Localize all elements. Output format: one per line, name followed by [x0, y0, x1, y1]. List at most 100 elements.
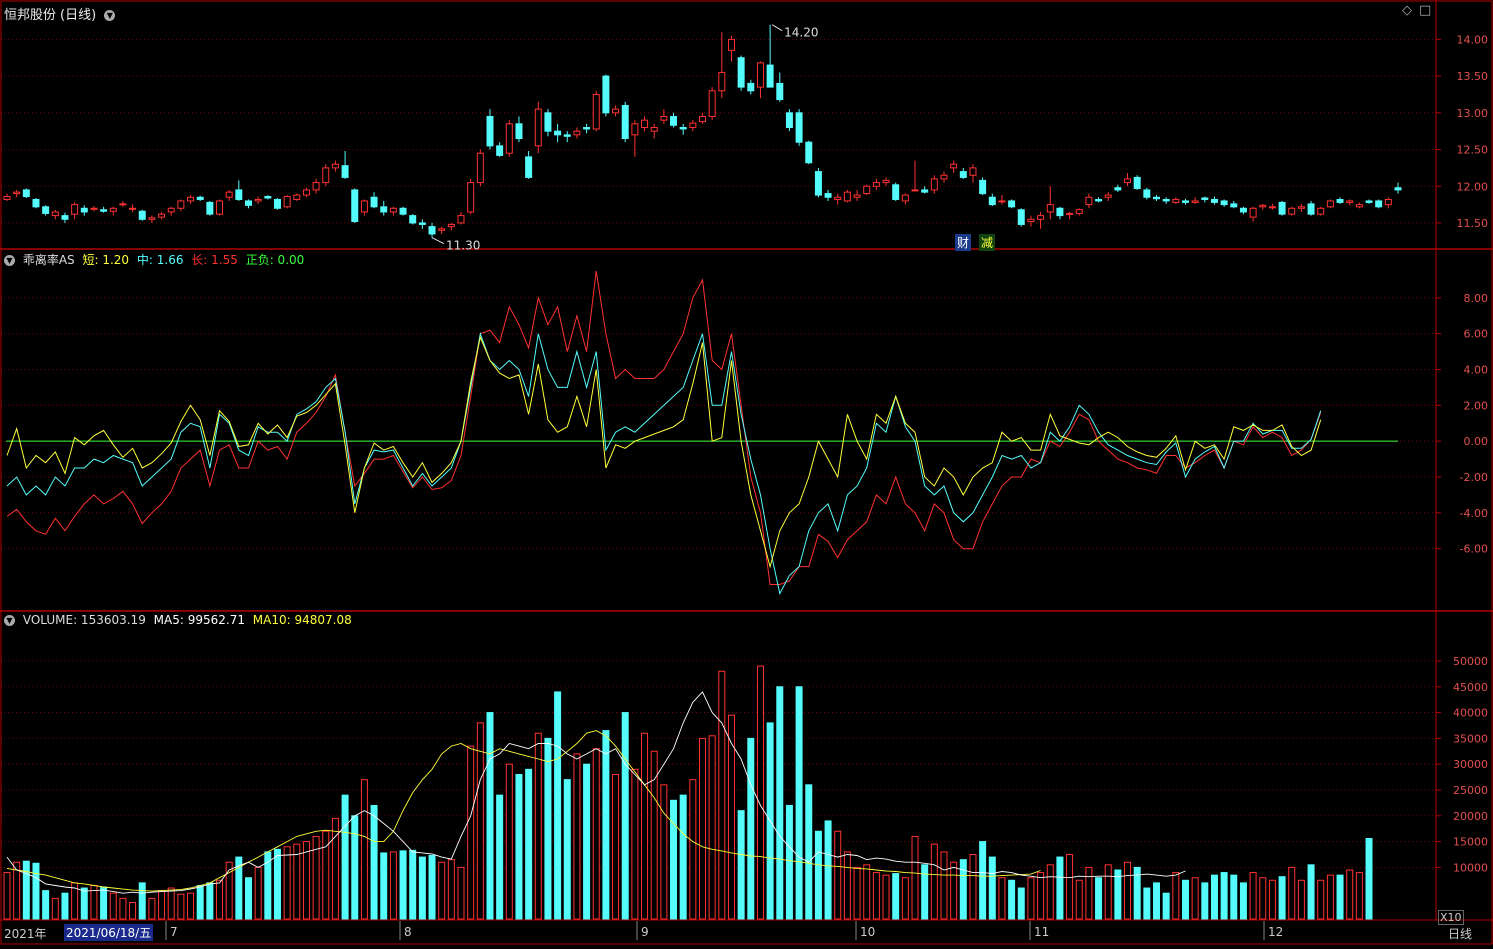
candle-body — [71, 204, 79, 215]
square-icon[interactable]: □ — [1419, 3, 1431, 18]
candle-body — [341, 165, 349, 178]
volume-bar — [1326, 874, 1334, 920]
volume-bar — [814, 830, 822, 920]
volume-bar — [486, 712, 494, 920]
volume-bar — [1259, 877, 1267, 920]
volume-bar — [1181, 879, 1189, 920]
volume-bar — [525, 768, 533, 920]
volume-bar — [1162, 892, 1170, 920]
circle-down-icon[interactable]: ▼ — [104, 10, 116, 21]
volume-bar — [505, 763, 513, 920]
reduce-badge[interactable]: 减 — [979, 234, 996, 251]
volume-bar — [1288, 866, 1296, 920]
volume-bar — [1085, 866, 1093, 920]
volume-bar — [360, 779, 368, 920]
volume-bar — [409, 849, 417, 920]
finance-badge[interactable]: 财 — [955, 234, 972, 251]
volume-bar — [293, 843, 301, 920]
volume-bar — [1230, 874, 1238, 920]
candle-body — [930, 178, 938, 191]
candle-body — [216, 200, 224, 215]
candle-body — [1326, 200, 1334, 208]
volume-bar — [341, 794, 349, 920]
candle-body — [428, 226, 436, 235]
volume-bar — [1172, 872, 1180, 920]
low-price-label: 11.30 — [446, 239, 480, 253]
candle-body — [1085, 196, 1093, 206]
candle-body — [206, 201, 214, 215]
stock-name: 恒邦股份 — [4, 8, 57, 23]
volume-bar — [447, 859, 455, 920]
volume-bar — [689, 779, 697, 920]
bias-lines-layer — [6, 270, 1398, 595]
candle-body — [544, 112, 552, 132]
period-label: (日线) — [60, 8, 97, 23]
volume-bar — [428, 855, 436, 920]
circle-down-icon[interactable]: ▼ — [4, 255, 15, 266]
candle-body — [351, 189, 359, 222]
candle-body — [42, 206, 50, 214]
candle-body — [727, 38, 735, 51]
volume-bar — [863, 864, 871, 920]
bias-tick-label: -4.00 — [1460, 507, 1488, 520]
volume-bar — [1297, 879, 1305, 920]
volume-bar — [1143, 887, 1151, 920]
volume-tick-label: 50000 — [1453, 655, 1488, 668]
volume-bar — [273, 848, 281, 920]
volume-tick-label: 20000 — [1453, 810, 1488, 823]
volume-bar — [737, 810, 745, 920]
volume-bar — [61, 892, 69, 920]
volume-bar — [901, 877, 909, 920]
candle-body — [940, 174, 948, 180]
volume-bar — [1056, 856, 1064, 920]
month-label: 8 — [404, 925, 412, 939]
volume-bar — [573, 753, 581, 920]
volume-bar — [206, 882, 214, 920]
volume-bar — [158, 890, 166, 920]
volume-bar — [853, 866, 861, 920]
candle-body — [32, 198, 40, 208]
volume-bar — [351, 815, 359, 920]
volume-bar — [167, 887, 175, 920]
volume-bar — [22, 860, 30, 920]
candle-body — [389, 207, 397, 213]
volume-tick-label: 30000 — [1453, 758, 1488, 771]
volume-bar — [1201, 882, 1209, 920]
candle-body — [61, 215, 69, 220]
volume-bar — [109, 892, 117, 920]
axis-ticks-layer: 14.00 13.50 13.00 12.50 12.00 11.50 8.00 6.00 4.… — [1436, 33, 1488, 874]
volume-bars-layer — [3, 665, 1373, 920]
bias-title: 乖离率AS — [22, 253, 75, 267]
diamond-icon[interactable]: ◇ — [1402, 3, 1412, 18]
circle-down-icon[interactable]: ▼ — [4, 615, 15, 626]
volume-bar — [785, 804, 793, 920]
candle-body — [1394, 187, 1402, 191]
candle-body — [1220, 200, 1228, 206]
volume-bar — [1153, 882, 1161, 920]
volume-bar — [399, 850, 407, 920]
stock-chart-svg[interactable]: 14.00 13.50 13.00 12.50 12.00 11.50 8.00 6.00 4.… — [0, 0, 1493, 945]
volume-bar — [148, 897, 156, 920]
volume-bar — [1268, 879, 1276, 920]
candle-body — [1278, 201, 1286, 215]
candle-body — [950, 163, 958, 169]
volume-bar — [196, 884, 204, 920]
candle-body — [177, 200, 185, 209]
volume-bar — [1037, 872, 1045, 920]
candle-body — [1307, 203, 1315, 215]
candle-body — [3, 196, 11, 200]
candle-body — [1210, 198, 1218, 203]
volume-bar — [727, 714, 735, 920]
candle-body — [901, 194, 909, 202]
candle-body — [1268, 206, 1276, 209]
candle-body — [235, 189, 243, 200]
volume-bar — [380, 852, 388, 920]
volume-bar — [1191, 877, 1199, 920]
candle-body — [853, 194, 861, 198]
high-price-label: 14.20 — [784, 26, 818, 40]
bias-tick-label: 2.00 — [1464, 399, 1489, 412]
candle-body — [650, 127, 658, 132]
volume-bar — [718, 670, 726, 920]
volume-bar — [515, 774, 523, 920]
volume-bar — [1317, 879, 1325, 920]
